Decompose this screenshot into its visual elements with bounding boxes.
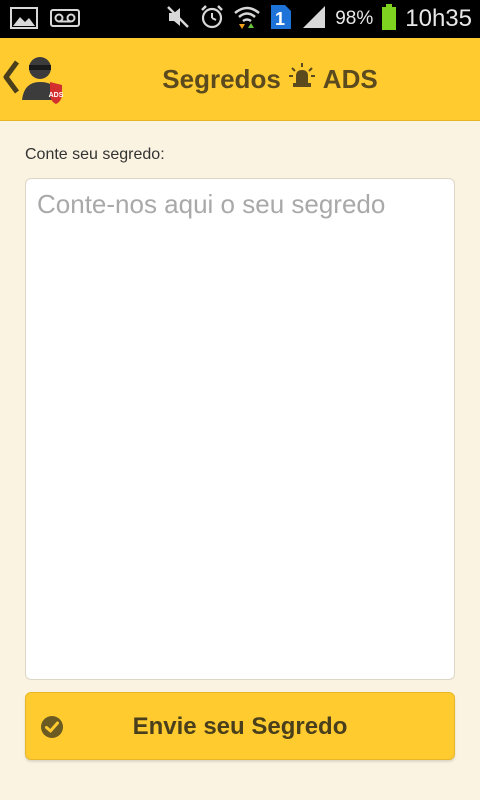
battery-icon xyxy=(381,3,397,36)
page-title: Segredos ADS xyxy=(90,38,450,120)
image-icon xyxy=(10,6,38,35)
alarm-icon xyxy=(199,4,225,35)
title-right: ADS xyxy=(322,63,378,94)
voicemail-icon xyxy=(50,6,80,35)
svg-text:1: 1 xyxy=(275,9,285,29)
siren-icon xyxy=(288,62,315,96)
secret-placeholder: Conte-nos aqui o seu segredo xyxy=(37,189,386,219)
svg-text:ADS: ADS xyxy=(49,92,64,99)
status-bar: 1 98% 10h35 xyxy=(0,0,480,38)
mute-icon xyxy=(165,4,191,35)
app-logo-icon: ADS xyxy=(20,52,66,109)
wifi-icon xyxy=(233,3,261,36)
send-secret-button[interactable]: Envie seu Segredo xyxy=(25,692,455,760)
secret-label: Conte seu segredo: xyxy=(25,146,165,163)
clock: 10h35 xyxy=(405,5,472,32)
chevron-left-icon xyxy=(2,60,20,99)
secret-textarea[interactable]: Conte-nos aqui o seu segredo xyxy=(25,178,455,680)
sim-icon: 1 xyxy=(269,3,293,36)
app-header: ADS Segredos ADS xyxy=(0,38,480,121)
battery-percent: 98% xyxy=(335,8,374,29)
title-left: Segredos xyxy=(162,63,281,94)
signal-icon xyxy=(301,4,327,35)
send-secret-label: Envie seu Segredo xyxy=(132,713,348,740)
back-button[interactable]: ADS xyxy=(0,52,70,108)
